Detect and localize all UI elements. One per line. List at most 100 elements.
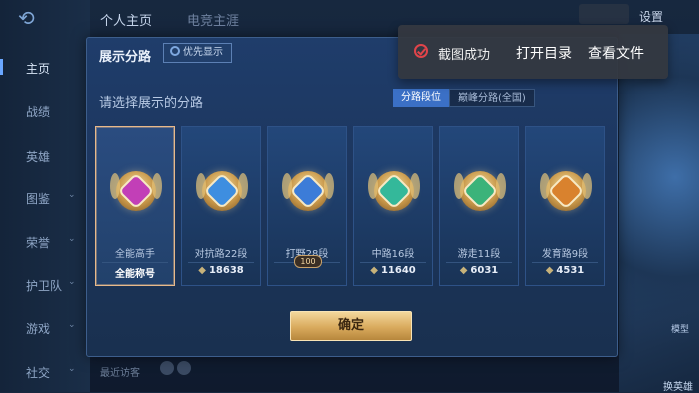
segment-control: 分路段位 巅峰分路(全国) [393,89,535,107]
diamond-icon: ◆ [545,265,554,276]
open-directory-link[interactable]: 打开目录 [516,43,572,63]
emblem-core-icon [206,175,238,207]
lane-emblem-icon [282,171,334,211]
nav-item[interactable]: 护卫队 ⌄ [0,274,90,296]
level-badge: 100 [294,255,322,268]
nav-item-label: 荣誉 [26,236,51,250]
nav-item[interactable]: 主页 [0,57,90,79]
lane-stat-value: 6031 [470,265,499,276]
wing-icon [324,173,334,199]
lane-emblem-icon [196,171,248,211]
panel-subtitle: 请选择展示的分路 [99,96,204,111]
lane-stat-value: 11640 [380,265,416,276]
tab-lane-rank[interactable]: 分路段位 [393,89,449,107]
screenshot-toast: 截图成功 打开目录 查看文件 [398,25,668,79]
view-file-link[interactable]: 查看文件 [588,43,644,63]
wing-icon [496,173,506,199]
wing-icon [196,173,206,199]
wing-icon [282,173,292,199]
nav-item[interactable]: 英雄 [0,145,90,167]
wing-icon [582,173,592,199]
emblem-core-icon [550,175,582,207]
recent-visitors-label: 最近访客 [100,368,140,379]
lane-stat: ◆ 4531 [526,265,604,276]
divider [360,262,426,263]
lane-stat-value: 18638 [208,265,244,276]
model-label[interactable]: 模型 [671,322,689,335]
chevron-down-icon: ⌄ [68,277,76,287]
lane-stat-value: 全能称号 [115,269,155,280]
chevron-down-icon: ⌄ [68,234,76,244]
lane-stat: ◆ 6031 [440,265,518,276]
lane-card[interactable]: 中路16段 ◆ 11640 [353,126,433,286]
nav-item[interactable]: 社交 ⌄ [0,361,90,383]
nav-item-label: 护卫队 [26,279,63,293]
lane-name: 对抗路22段 [194,249,248,260]
diamond-icon: ◆ [370,265,378,276]
nav-item[interactable]: 游戏 ⌄ [0,317,90,339]
tab-esports[interactable]: 电竞主涯 [187,10,239,29]
wing-icon [238,173,248,199]
nav-item-label: 战绩 [26,105,51,119]
status-area [579,4,629,24]
divider [446,262,512,263]
lane-name: 发育路9段 [541,249,589,260]
nav-item-label: 社交 [26,366,51,380]
toast-message: 截图成功 [438,48,491,63]
tab-peak-lane[interactable]: 巅峰分路(全国) [449,89,535,107]
lane-name: 游走11段 [457,249,501,260]
lane-stat-value: 4531 [556,265,585,276]
wing-icon [110,173,120,199]
confirm-button[interactable]: 确定 [290,311,412,341]
lane-stat: ◆ 18638 [182,265,260,276]
lane-card[interactable]: 发育路9段 ◆ 4531 [525,126,605,286]
nav-item[interactable]: 战绩 [0,100,90,122]
lane-stat: 全能称号 [96,265,174,280]
swap-hero-button[interactable]: 换英雄 [663,378,693,393]
wing-icon [410,173,420,199]
emblem-core-icon [378,175,410,207]
panel-title: 展示分路 [99,50,152,65]
lane-name: 全能高手 [115,249,155,260]
back-logo-icon[interactable]: ⟲ [18,6,58,30]
lane-emblem-icon [540,171,592,211]
lane-card[interactable]: 对抗路22段 ◆ 18638 [181,126,261,286]
visitor-avatars[interactable] [160,360,200,380]
nav-item-label: 游戏 [26,322,51,336]
nav-item-label: 图鉴 [26,192,51,206]
lane-stat: ◆ 11640 [354,265,432,276]
nav-item-label: 英雄 [26,150,51,164]
emblem-core-icon [292,175,324,207]
nav-item[interactable]: 图鉴 ⌄ [0,187,90,209]
check-circle-icon [414,44,428,58]
diamond-icon: ◆ [459,265,468,276]
wing-icon [368,173,378,199]
diamond-icon: ◆ [198,265,206,276]
lane-emblem-icon [368,171,420,211]
hero-art: 模型 换英雄 [619,34,699,393]
wing-icon [454,173,464,199]
nav-item-label: 主页 [26,62,51,76]
lane-card[interactable]: 全能高手 全能称号 [95,126,175,286]
wing-icon [152,173,162,199]
wing-icon [540,173,550,199]
emblem-core-icon [120,175,152,207]
settings-button[interactable]: 设置 [639,8,663,25]
priority-label: 优先显示 [183,47,223,58]
divider [102,262,168,263]
lane-display-panel: 展示分路 优先显示 请选择展示的分路 分路段位 巅峰分路(全国) 全能高手全能称… [86,37,618,357]
divider [188,262,254,263]
chevron-down-icon: ⌄ [68,364,76,374]
tab-profile[interactable]: 个人主页 [100,10,152,29]
priority-display-button[interactable]: 优先显示 [163,43,232,63]
emblem-core-icon [464,175,496,207]
lane-name: 中路16段 [371,249,415,260]
lane-card[interactable]: 游走11段 ◆ 6031 [439,126,519,286]
chevron-down-icon: ⌄ [68,320,76,330]
chevron-down-icon: ⌄ [68,190,76,200]
avatar[interactable] [160,361,174,375]
lane-card[interactable]: 打野28段100 [267,126,347,286]
avatar[interactable] [177,361,191,375]
nav-item[interactable]: 荣誉 ⌄ [0,231,90,253]
lane-emblem-icon [110,171,162,211]
